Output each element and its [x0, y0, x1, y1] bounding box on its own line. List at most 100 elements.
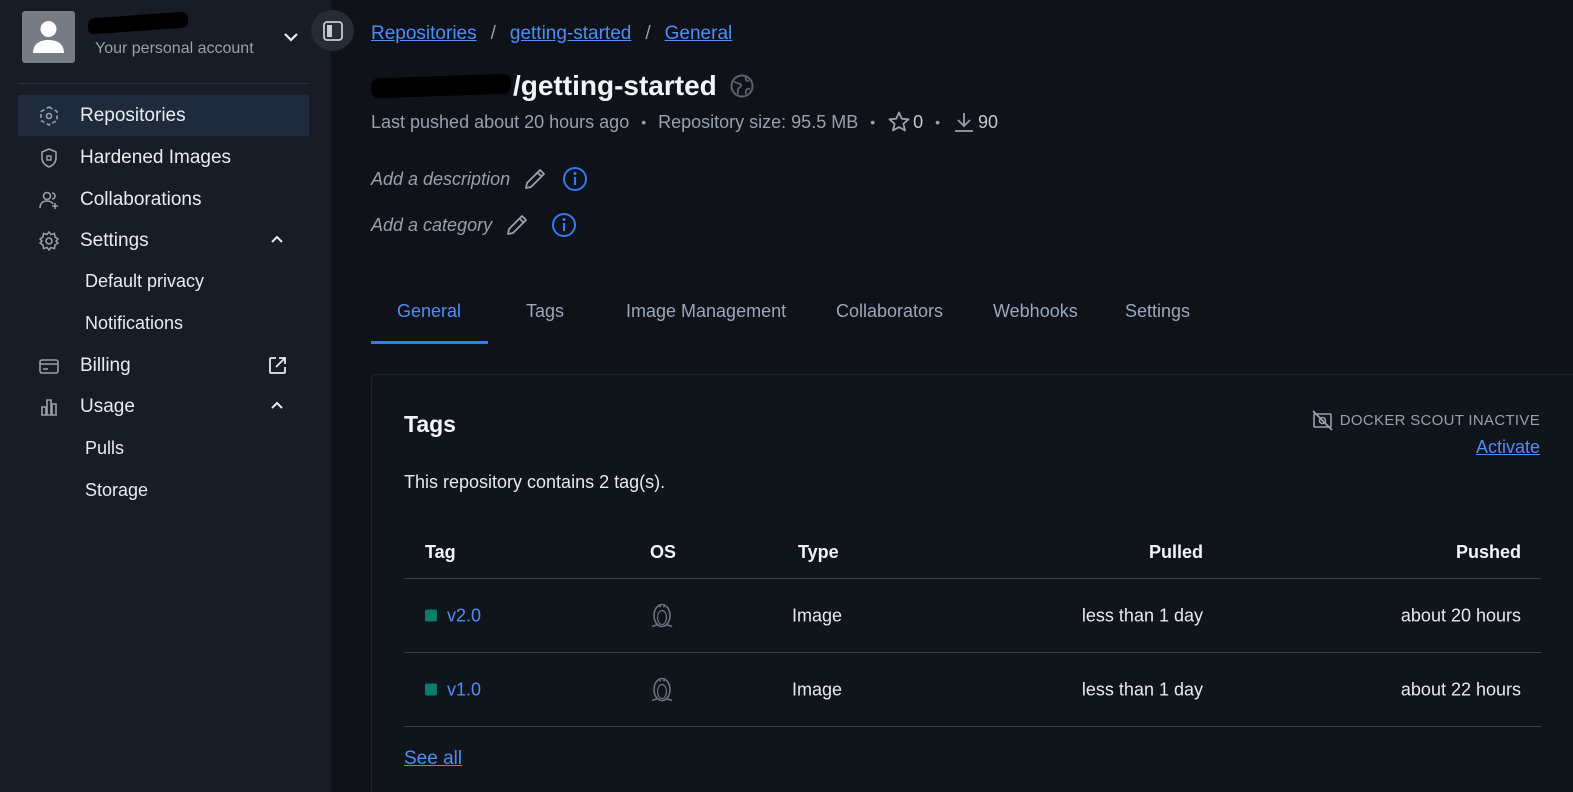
- scout-off-icon: [1312, 410, 1333, 431]
- table-row: v2.0 Image less than 1 day about 20 hour…: [404, 579, 1541, 653]
- tag-status-badge: [425, 683, 437, 696]
- gear-icon: [38, 230, 60, 252]
- docker-scout-status: DOCKER SCOUT INACTIVE Activate: [1311, 409, 1540, 458]
- linux-icon: [651, 677, 673, 701]
- tag-link[interactable]: v1.0: [425, 679, 481, 700]
- billing-card-icon: [39, 359, 59, 374]
- pencil-icon[interactable]: [522, 166, 548, 192]
- sidebar-item-repositories[interactable]: Repositories: [18, 95, 309, 136]
- sidebar-toggle-button[interactable]: [311, 10, 354, 51]
- repo-tabs: General Tags Image Management Collaborat…: [371, 292, 1225, 344]
- activate-scout-link[interactable]: Activate: [1476, 437, 1540, 458]
- pushed-cell: about 22 hours: [1400, 679, 1521, 699]
- shield-icon: [41, 148, 57, 168]
- tags-table: Tag OS Type Pulled Pushed v2.0 Image les…: [404, 525, 1541, 727]
- chevron-down-icon[interactable]: [282, 28, 300, 46]
- sidebar-item-collaborations[interactable]: Collaborations: [18, 179, 309, 220]
- tab-image-management[interactable]: Image Management: [626, 292, 836, 344]
- chevron-up-icon[interactable]: [268, 230, 286, 248]
- sidebar-item-billing[interactable]: Billing: [18, 345, 309, 386]
- sidebar-item-usage[interactable]: Usage: [18, 386, 309, 427]
- add-category-label: Add a category: [371, 214, 493, 235]
- tab-webhooks[interactable]: Webhooks: [993, 292, 1125, 344]
- column-header-pulled[interactable]: Pulled: [1149, 542, 1203, 563]
- table-row: v1.0 Image less than 1 day about 22 hour…: [404, 653, 1541, 727]
- breadcrumb-repositories[interactable]: Repositories: [371, 23, 477, 45]
- add-description-label: Add a description: [371, 168, 511, 189]
- download-icon: [955, 113, 974, 132]
- sidebar-item-settings[interactable]: Settings: [18, 220, 309, 261]
- column-header-pushed[interactable]: Pushed: [1456, 542, 1521, 563]
- breadcrumb-separator: /: [645, 23, 651, 44]
- collaborations-icon: [39, 191, 58, 209]
- column-header-os: OS: [650, 542, 677, 562]
- repo-size: Repository size: 95.5 MB: [658, 111, 859, 132]
- bar-chart-icon: [41, 399, 57, 416]
- sidebar-subitem-storage[interactable]: Storage: [85, 480, 148, 501]
- repository-icon: [40, 106, 58, 126]
- last-pushed: Last pushed about 20 hours ago: [371, 111, 630, 132]
- breadcrumb: Repositories / getting-started / General: [371, 23, 732, 45]
- repo-name: /getting-started: [513, 70, 717, 101]
- chevron-up-icon[interactable]: [268, 396, 286, 414]
- breadcrumb-general[interactable]: General: [665, 23, 733, 45]
- sidebar-item-hardened-images[interactable]: Hardened Images: [18, 137, 309, 178]
- tab-collaborators[interactable]: Collaborators: [836, 292, 993, 344]
- pulled-cell: less than 1 day: [1081, 605, 1203, 625]
- info-icon[interactable]: [551, 212, 577, 238]
- os-cell: [649, 672, 675, 707]
- see-all-tags-link[interactable]: See all: [404, 748, 462, 770]
- external-link-icon[interactable]: [267, 355, 288, 376]
- column-header-tag[interactable]: Tag: [425, 542, 456, 563]
- account-name-redacted: [88, 11, 188, 35]
- star-count: 0: [913, 111, 924, 132]
- tags-panel-title: Tags: [404, 411, 456, 437]
- account-switcher[interactable]: Your personal account: [22, 11, 312, 63]
- linux-icon: [651, 603, 673, 627]
- sidebar-item-label: Settings: [80, 229, 149, 251]
- tab-settings[interactable]: Settings: [1125, 292, 1225, 344]
- tag-name: v1.0: [447, 679, 482, 699]
- type-cell: Image: [792, 679, 843, 699]
- meta-separator: •: [870, 114, 876, 130]
- star-icon[interactable]: [887, 110, 911, 134]
- avatar: [22, 11, 75, 63]
- user-icon: [33, 21, 64, 53]
- meta-separator: •: [641, 114, 647, 130]
- account-subtitle: Your personal account: [95, 40, 254, 57]
- add-description-row: Add a description: [371, 166, 588, 192]
- os-cell: [649, 598, 675, 633]
- sidebar-subitem-pulls[interactable]: Pulls: [85, 438, 124, 459]
- tags-count-text: This repository contains 2 tag(s).: [404, 472, 666, 492]
- table-header: Tag OS Type Pulled Pushed: [404, 525, 1541, 579]
- breadcrumb-separator: /: [490, 23, 496, 44]
- sidebar-item-label: Billing: [80, 354, 131, 376]
- breadcrumb-getting-started[interactable]: getting-started: [510, 23, 631, 45]
- page-title: /getting-started: [370, 70, 755, 102]
- repo-meta: Last pushed about 20 hours ago • Reposit…: [371, 110, 998, 134]
- tag-link[interactable]: v2.0: [425, 605, 481, 626]
- globe-icon: [730, 74, 754, 98]
- sidebar: Your personal account Repositories Harde…: [0, 0, 331, 792]
- scout-status-text: DOCKER SCOUT INACTIVE: [1339, 412, 1540, 429]
- namespace-redacted: [370, 73, 512, 99]
- pulled-cell: less than 1 day: [1081, 679, 1203, 699]
- type-cell: Image: [792, 605, 843, 625]
- add-category-row: Add a category: [371, 212, 577, 238]
- tab-general[interactable]: General: [371, 292, 488, 344]
- sidebar-subitem-notifications[interactable]: Notifications: [85, 313, 183, 334]
- pushed-cell: about 20 hours: [1400, 605, 1521, 625]
- info-icon[interactable]: [562, 166, 588, 192]
- tag-name: v2.0: [447, 605, 482, 625]
- pencil-icon[interactable]: [504, 212, 530, 238]
- sidebar-panel-icon: [323, 21, 343, 41]
- sidebar-item-label: Repositories: [80, 104, 186, 126]
- pull-count: 90: [978, 111, 999, 132]
- tab-tags[interactable]: Tags: [488, 292, 626, 344]
- sidebar-item-label: Usage: [80, 395, 135, 417]
- sidebar-item-label: Collaborations: [80, 188, 202, 210]
- tags-panel: Tags DOCKER SCOUT INACTIVE Activate This…: [371, 374, 1573, 792]
- sidebar-subitem-default-privacy[interactable]: Default privacy: [85, 271, 204, 292]
- sidebar-item-label: Hardened Images: [80, 146, 232, 168]
- meta-separator: •: [935, 114, 941, 130]
